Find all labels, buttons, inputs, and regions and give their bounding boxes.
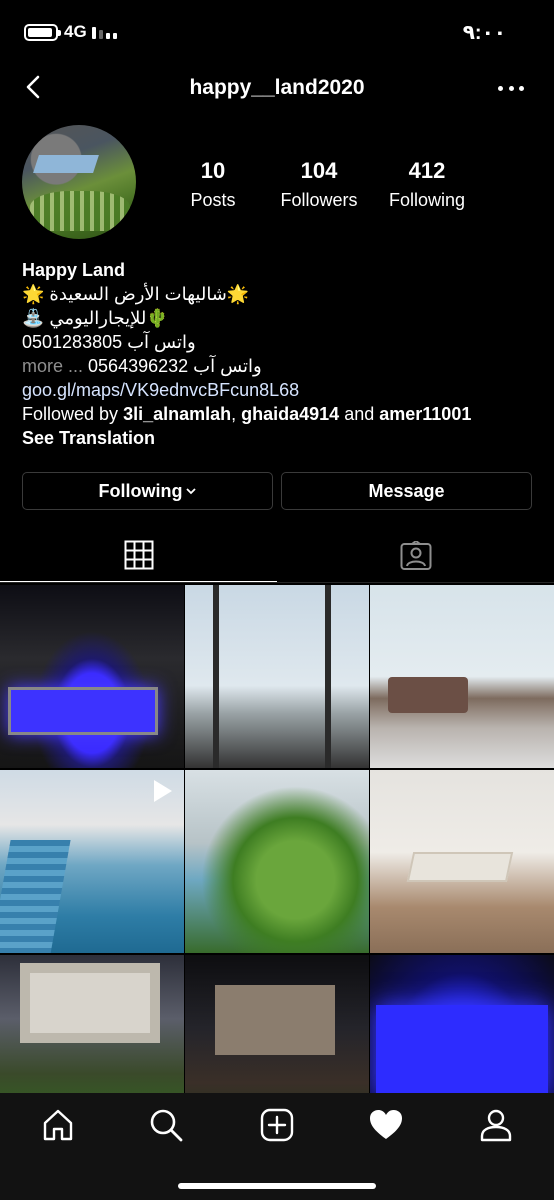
message-button[interactable]: Message — [281, 472, 532, 510]
post-thumbnail[interactable] — [370, 770, 554, 953]
post-thumbnail[interactable] — [0, 585, 184, 768]
avatar[interactable] — [22, 125, 136, 239]
followed-by-user[interactable]: 3li_alnamlah — [123, 404, 231, 424]
followed-by-user[interactable]: amer11001 — [379, 404, 471, 424]
home-icon — [43, 1109, 73, 1141]
nav-home[interactable] — [40, 1107, 76, 1143]
tagged-person-icon — [400, 540, 431, 570]
followers-count: 104 — [300, 158, 338, 183]
followers-count-stat[interactable]: 104 Followers — [264, 158, 374, 211]
posts-label: Posts — [190, 190, 236, 210]
tabs-divider — [0, 582, 554, 583]
following-button[interactable]: Following — [22, 472, 273, 510]
profile-header: happy__land2020 — [0, 62, 554, 114]
nav-search[interactable] — [148, 1107, 184, 1143]
bio-line-2: 🌵للإيجاراليومي ⛲ — [22, 308, 169, 328]
following-count: 412 — [408, 158, 446, 183]
nav-activity[interactable] — [368, 1107, 404, 1143]
nav-profile[interactable] — [478, 1107, 514, 1143]
following-label: Following — [388, 190, 466, 210]
status-bar: 4G ٩:٠٠ — [0, 0, 554, 62]
video-play-icon — [154, 780, 172, 802]
bio-line-1: 🌟شاليهات الأرض السعيدة 🌟 — [22, 284, 250, 304]
bio-line-3: واتس آب 0501283805 — [22, 332, 196, 352]
profile-icon — [480, 1109, 512, 1142]
network-type: 4G — [64, 22, 87, 41]
followers-label: Followers — [280, 190, 358, 210]
message-button-label: Message — [368, 480, 445, 501]
grid-icon — [124, 540, 153, 569]
following-count-stat[interactable]: 412 Following — [372, 158, 482, 211]
tab-tagged[interactable] — [277, 528, 554, 583]
see-translation-link[interactable]: See Translation — [22, 426, 542, 450]
signal-icon — [92, 27, 117, 39]
posts-count: 10 — [200, 158, 226, 183]
post-thumbnail[interactable] — [0, 770, 184, 953]
activity-heart-icon — [370, 1110, 402, 1139]
profile-bio: Happy Land 🌟شاليهات الأرض السعيدة 🌟 🌵للإ… — [22, 258, 542, 450]
following-button-label: Following — [98, 480, 183, 501]
profile-display-name: Happy Land — [22, 260, 126, 280]
bio-line-4: more ... واتس آب 0564396232 — [22, 354, 542, 378]
more-options-icon[interactable] — [498, 78, 524, 98]
profile-username: happy__land2020 — [189, 76, 365, 99]
status-time: ٩:٠٠ — [462, 22, 506, 44]
chevron-down-icon — [186, 488, 197, 495]
followed-by-separator: , — [231, 404, 242, 424]
search-icon — [150, 1109, 183, 1142]
bio-website-link[interactable]: goo.gl/maps/VK9ednvcBFcun8L68 — [22, 378, 542, 402]
post-thumbnail[interactable] — [185, 585, 369, 768]
post-thumbnail[interactable] — [185, 770, 369, 953]
home-indicator[interactable] — [178, 1183, 376, 1189]
followed-by-and: and — [339, 404, 380, 424]
post-thumbnail[interactable] — [370, 585, 554, 768]
followed-by-user[interactable]: ghaida4914 — [241, 404, 339, 424]
posts-grid — [0, 585, 554, 1138]
nav-new-post[interactable] — [259, 1107, 295, 1143]
add-post-icon — [260, 1108, 294, 1142]
posts-count-stat[interactable]: 10 Posts — [158, 158, 268, 211]
bio-more-link[interactable]: more ... — [22, 356, 83, 376]
profile-tabs — [0, 528, 554, 583]
tab-posts-grid[interactable] — [0, 528, 277, 583]
bio-line-4-text: واتس آب 0564396232 — [88, 356, 262, 376]
followed-by[interactable]: Followed by 3li_alnamlah, ghaida4914 and… — [22, 402, 542, 426]
battery-icon — [24, 24, 61, 41]
followed-by-prefix: Followed by — [22, 404, 124, 424]
